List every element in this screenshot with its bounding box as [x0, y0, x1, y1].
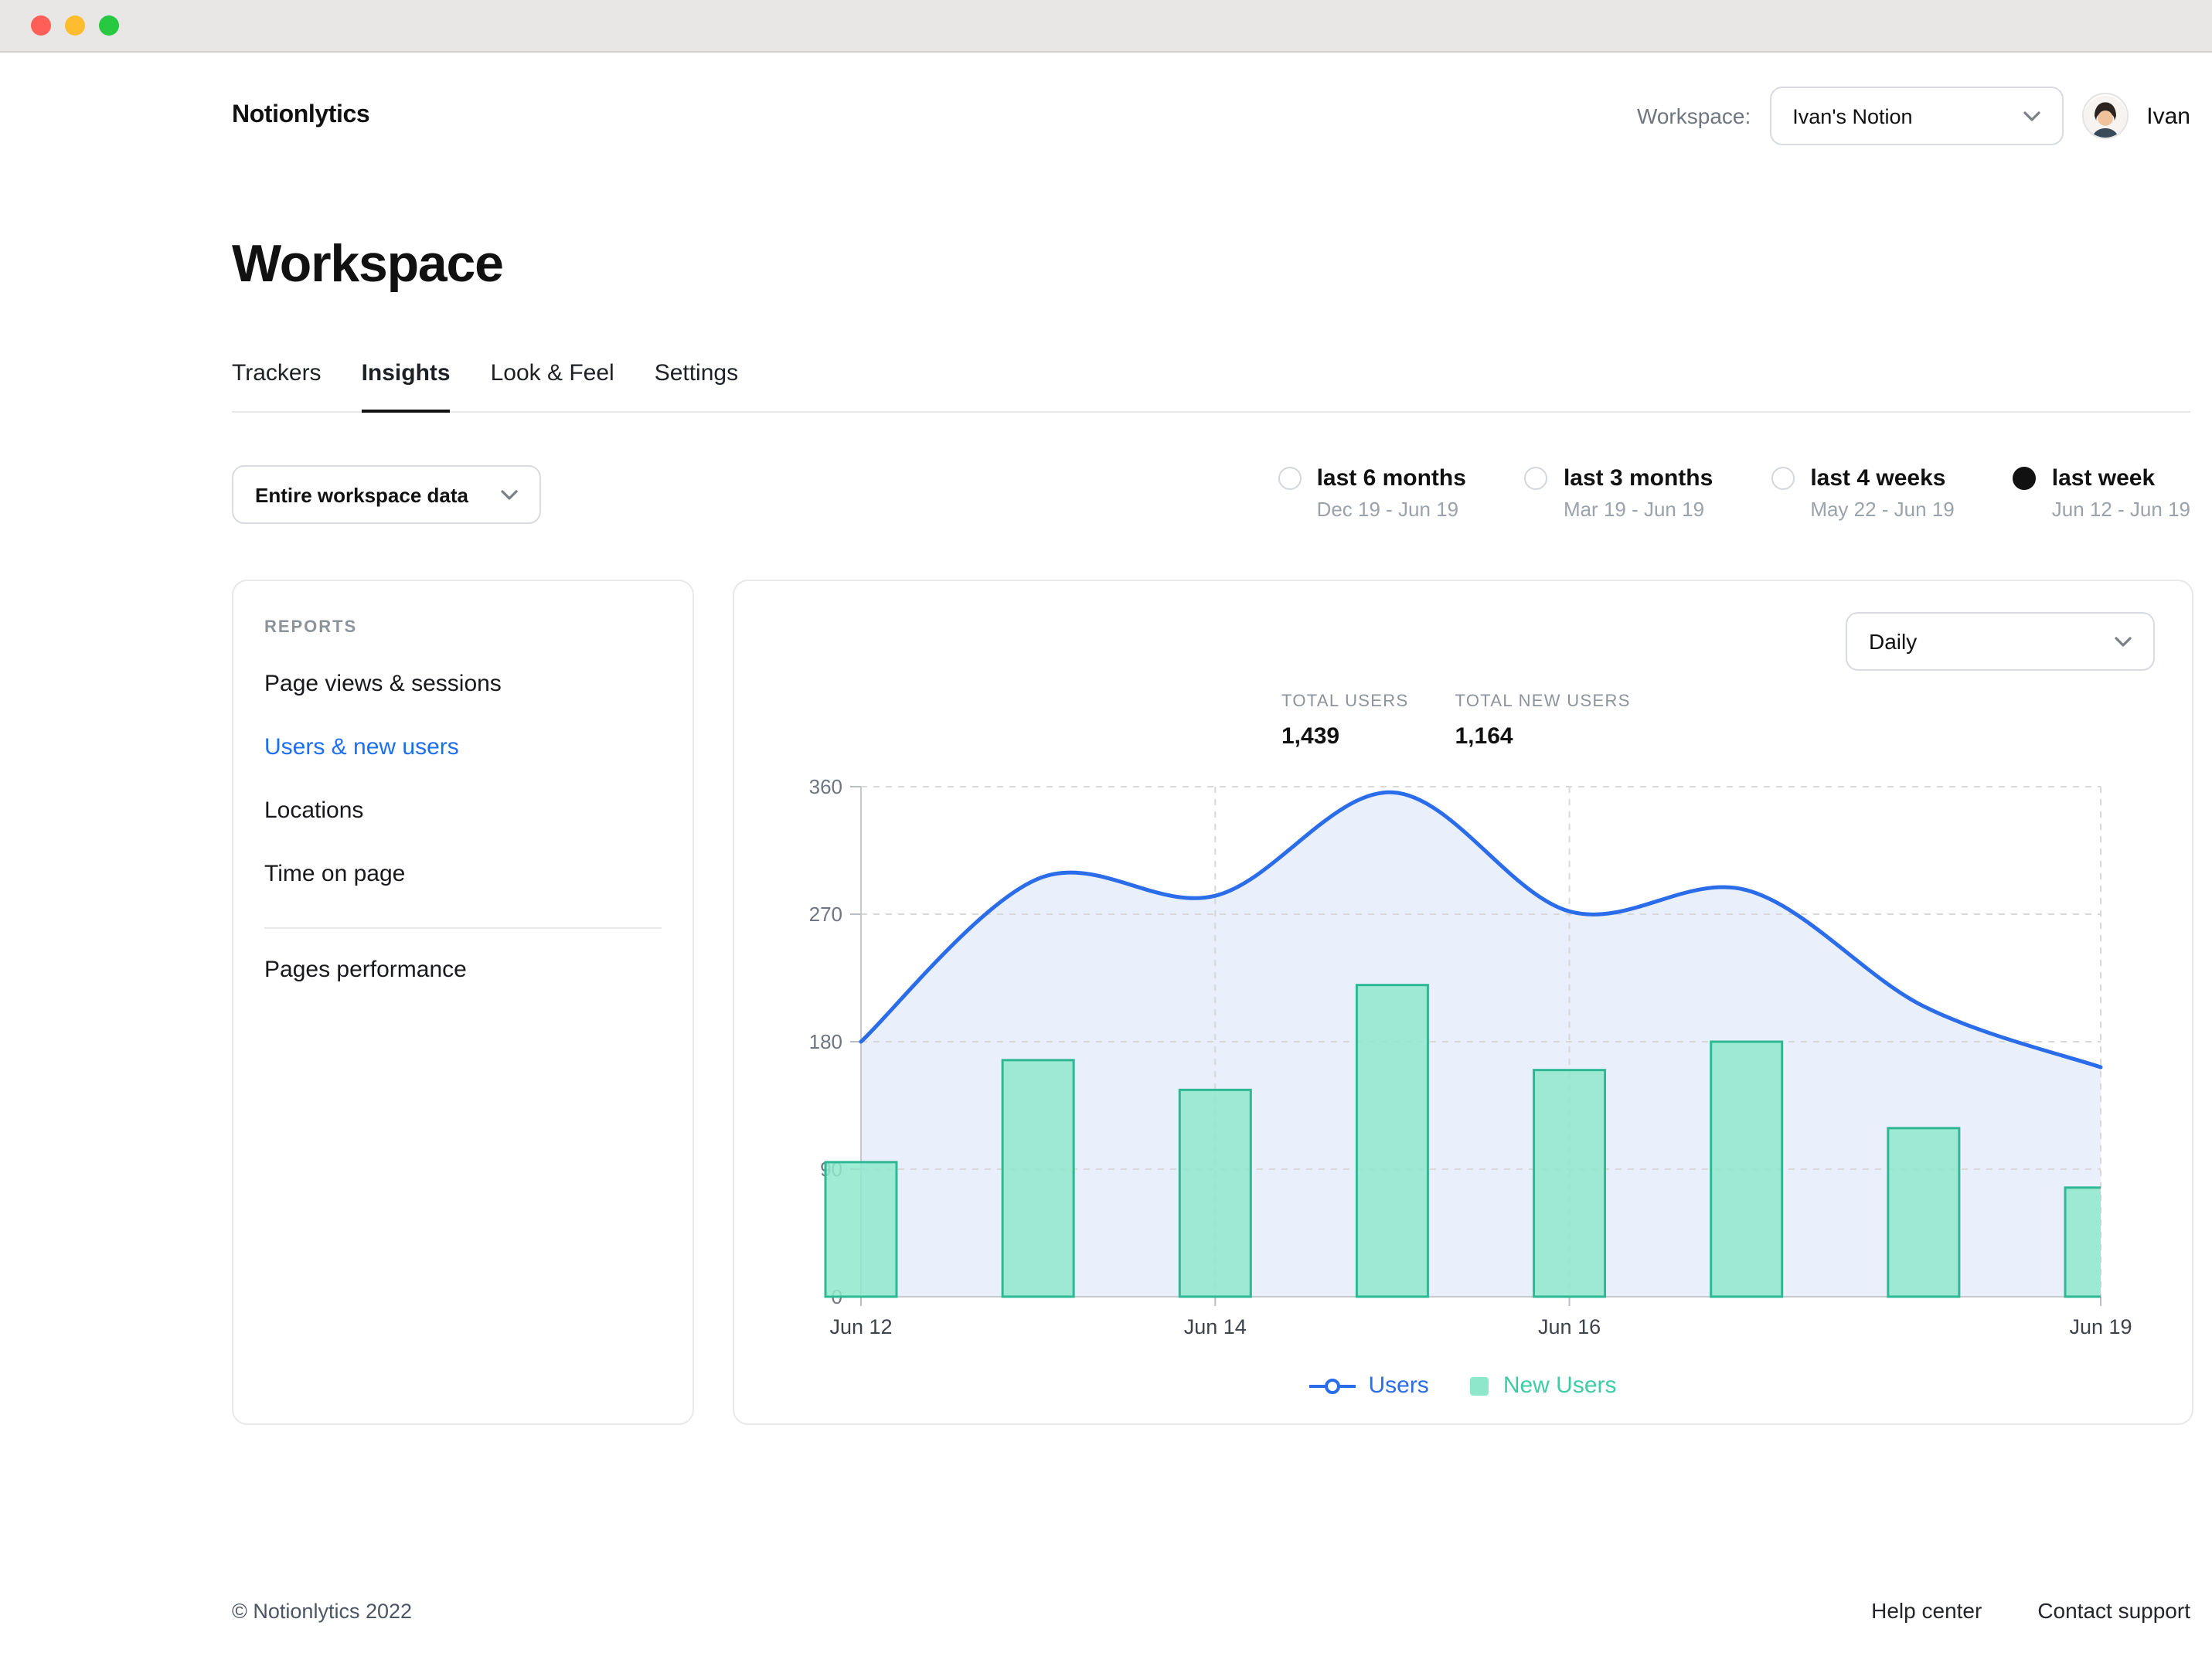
- tab-insights[interactable]: Insights: [362, 360, 451, 413]
- page-content: Notionlytics Workspace: Ivan's Notion Iv…: [232, 53, 2190, 1663]
- sidebar-divider: [264, 927, 662, 929]
- page-footer: © Notionlytics 2022 Help center Contact …: [232, 1552, 2190, 1663]
- chart-legend: Users New Users: [771, 1372, 2155, 1399]
- legend-new-users[interactable]: New Users: [1469, 1372, 1617, 1399]
- svg-text:Jun 19: Jun 19: [2069, 1315, 2132, 1338]
- range-label: last week: [2052, 465, 2190, 491]
- close-window-button[interactable]: [31, 15, 51, 36]
- app-window: Notionlytics Workspace: Ivan's Notion Iv…: [0, 0, 2212, 1663]
- svg-text:270: 270: [809, 903, 842, 926]
- workspace-select-value: Ivan's Notion: [1792, 104, 1912, 128]
- sidebar-item-users-new-users[interactable]: Users & new users: [264, 716, 662, 779]
- svg-text:Jun 16: Jun 16: [1538, 1315, 1601, 1338]
- avatar[interactable]: [2081, 93, 2128, 139]
- tab-bar: Trackers Insights Look & Feel Settings: [232, 360, 2190, 413]
- legend-new-users-label: New Users: [1503, 1372, 1617, 1399]
- radio-icon: [1771, 467, 1795, 490]
- radio-icon: [2013, 467, 2037, 490]
- chevron-down-icon: [2023, 111, 2040, 121]
- top-navigation: Notionlytics Workspace: Ivan's Notion Iv…: [232, 87, 2190, 145]
- scope-select[interactable]: Entire workspace data: [232, 465, 541, 524]
- range-dates: May 22 - Jun 19: [1810, 498, 1954, 521]
- total-new-users-stat: TOTAL NEW USERS 1,164: [1455, 692, 1631, 750]
- range-dates: Mar 19 - Jun 19: [1564, 498, 1713, 521]
- chart-card: Daily TOTAL USERS 1,439 TOTAL NEW USERS …: [733, 580, 2193, 1425]
- users-line-icon: [1309, 1376, 1356, 1395]
- total-new-users-label: TOTAL NEW USERS: [1455, 692, 1631, 711]
- legend-users-label: Users: [1368, 1372, 1428, 1399]
- tab-settings[interactable]: Settings: [655, 360, 738, 413]
- chevron-down-icon: [2115, 636, 2132, 647]
- tab-look-and-feel[interactable]: Look & Feel: [491, 360, 614, 413]
- range-label: last 4 weeks: [1810, 465, 1954, 491]
- brand-logo: Notionlytics: [232, 102, 369, 130]
- filter-row: Entire workspace data last 6 months Dec …: [232, 465, 2190, 524]
- svg-text:Jun 14: Jun 14: [1184, 1315, 1247, 1338]
- scope-select-value: Entire workspace data: [255, 483, 468, 506]
- range-dates: Jun 12 - Jun 19: [2052, 498, 2190, 521]
- chart-card-toolbar: Daily: [771, 612, 2155, 671]
- radio-icon: [1278, 467, 1302, 490]
- avatar-illustration: [2083, 94, 2126, 139]
- workspace-label: Workspace:: [1637, 104, 1751, 128]
- window-titlebar: [0, 0, 2212, 53]
- radio-icon: [1525, 467, 1548, 490]
- range-option-last-6-months[interactable]: last 6 months Dec 19 - Jun 19: [1278, 465, 1466, 521]
- reports-heading: REPORTS: [264, 618, 662, 637]
- range-option-last-week[interactable]: last week Jun 12 - Jun 19: [2013, 465, 2190, 521]
- content-area: REPORTS Page views & sessions Users & ne…: [232, 580, 2190, 1425]
- new-users-swatch-icon: [1469, 1375, 1491, 1396]
- page-title: Workspace: [232, 235, 2190, 295]
- date-range-group: last 6 months Dec 19 - Jun 19 last 3 mon…: [1278, 465, 2190, 521]
- sidebar-item-time-on-page[interactable]: Time on page: [264, 842, 662, 906]
- workspace-select[interactable]: Ivan's Notion: [1769, 87, 2063, 145]
- range-label: last 3 months: [1564, 465, 1713, 491]
- topbar-right: Workspace: Ivan's Notion Ivan: [1637, 87, 2190, 145]
- copyright: © Notionlytics 2022: [232, 1599, 412, 1622]
- minimize-window-button[interactable]: [65, 15, 85, 36]
- sidebar-item-page-views-sessions[interactable]: Page views & sessions: [264, 652, 662, 716]
- chevron-down-icon: [501, 489, 518, 500]
- svg-text:360: 360: [809, 775, 842, 798]
- total-users-label: TOTAL USERS: [1281, 692, 1409, 711]
- user-name: Ivan: [2146, 103, 2190, 129]
- help-center-link[interactable]: Help center: [1871, 1598, 1982, 1623]
- sidebar-item-pages-performance[interactable]: Pages performance: [264, 938, 662, 1002]
- contact-support-link[interactable]: Contact support: [2037, 1598, 2190, 1623]
- range-label: last 6 months: [1317, 465, 1466, 491]
- footer-links: Help center Contact support: [1871, 1598, 2190, 1623]
- reports-sidebar: REPORTS Page views & sessions Users & ne…: [232, 580, 694, 1425]
- range-option-last-4-weeks[interactable]: last 4 weeks May 22 - Jun 19: [1771, 465, 1954, 521]
- total-users-stat: TOTAL USERS 1,439: [1281, 692, 1409, 750]
- tab-trackers[interactable]: Trackers: [232, 360, 322, 413]
- total-users-value: 1,439: [1281, 723, 1409, 750]
- range-dates: Dec 19 - Jun 19: [1317, 498, 1466, 521]
- range-option-last-3-months[interactable]: last 3 months Mar 19 - Jun 19: [1525, 465, 1713, 521]
- total-new-users-value: 1,164: [1455, 723, 1631, 750]
- totals-row: TOTAL USERS 1,439 TOTAL NEW USERS 1,164: [1281, 692, 2155, 750]
- svg-text:Jun 12: Jun 12: [829, 1315, 892, 1338]
- legend-users[interactable]: Users: [1309, 1372, 1428, 1399]
- zoom-window-button[interactable]: [99, 15, 119, 36]
- granularity-select-value: Daily: [1869, 629, 1917, 654]
- sidebar-item-locations[interactable]: Locations: [264, 779, 662, 842]
- users-new-users-chart: 090180270360Jun 12Jun 14Jun 16Jun 19: [771, 774, 2155, 1369]
- granularity-select[interactable]: Daily: [1846, 612, 2155, 671]
- svg-text:180: 180: [809, 1030, 842, 1053]
